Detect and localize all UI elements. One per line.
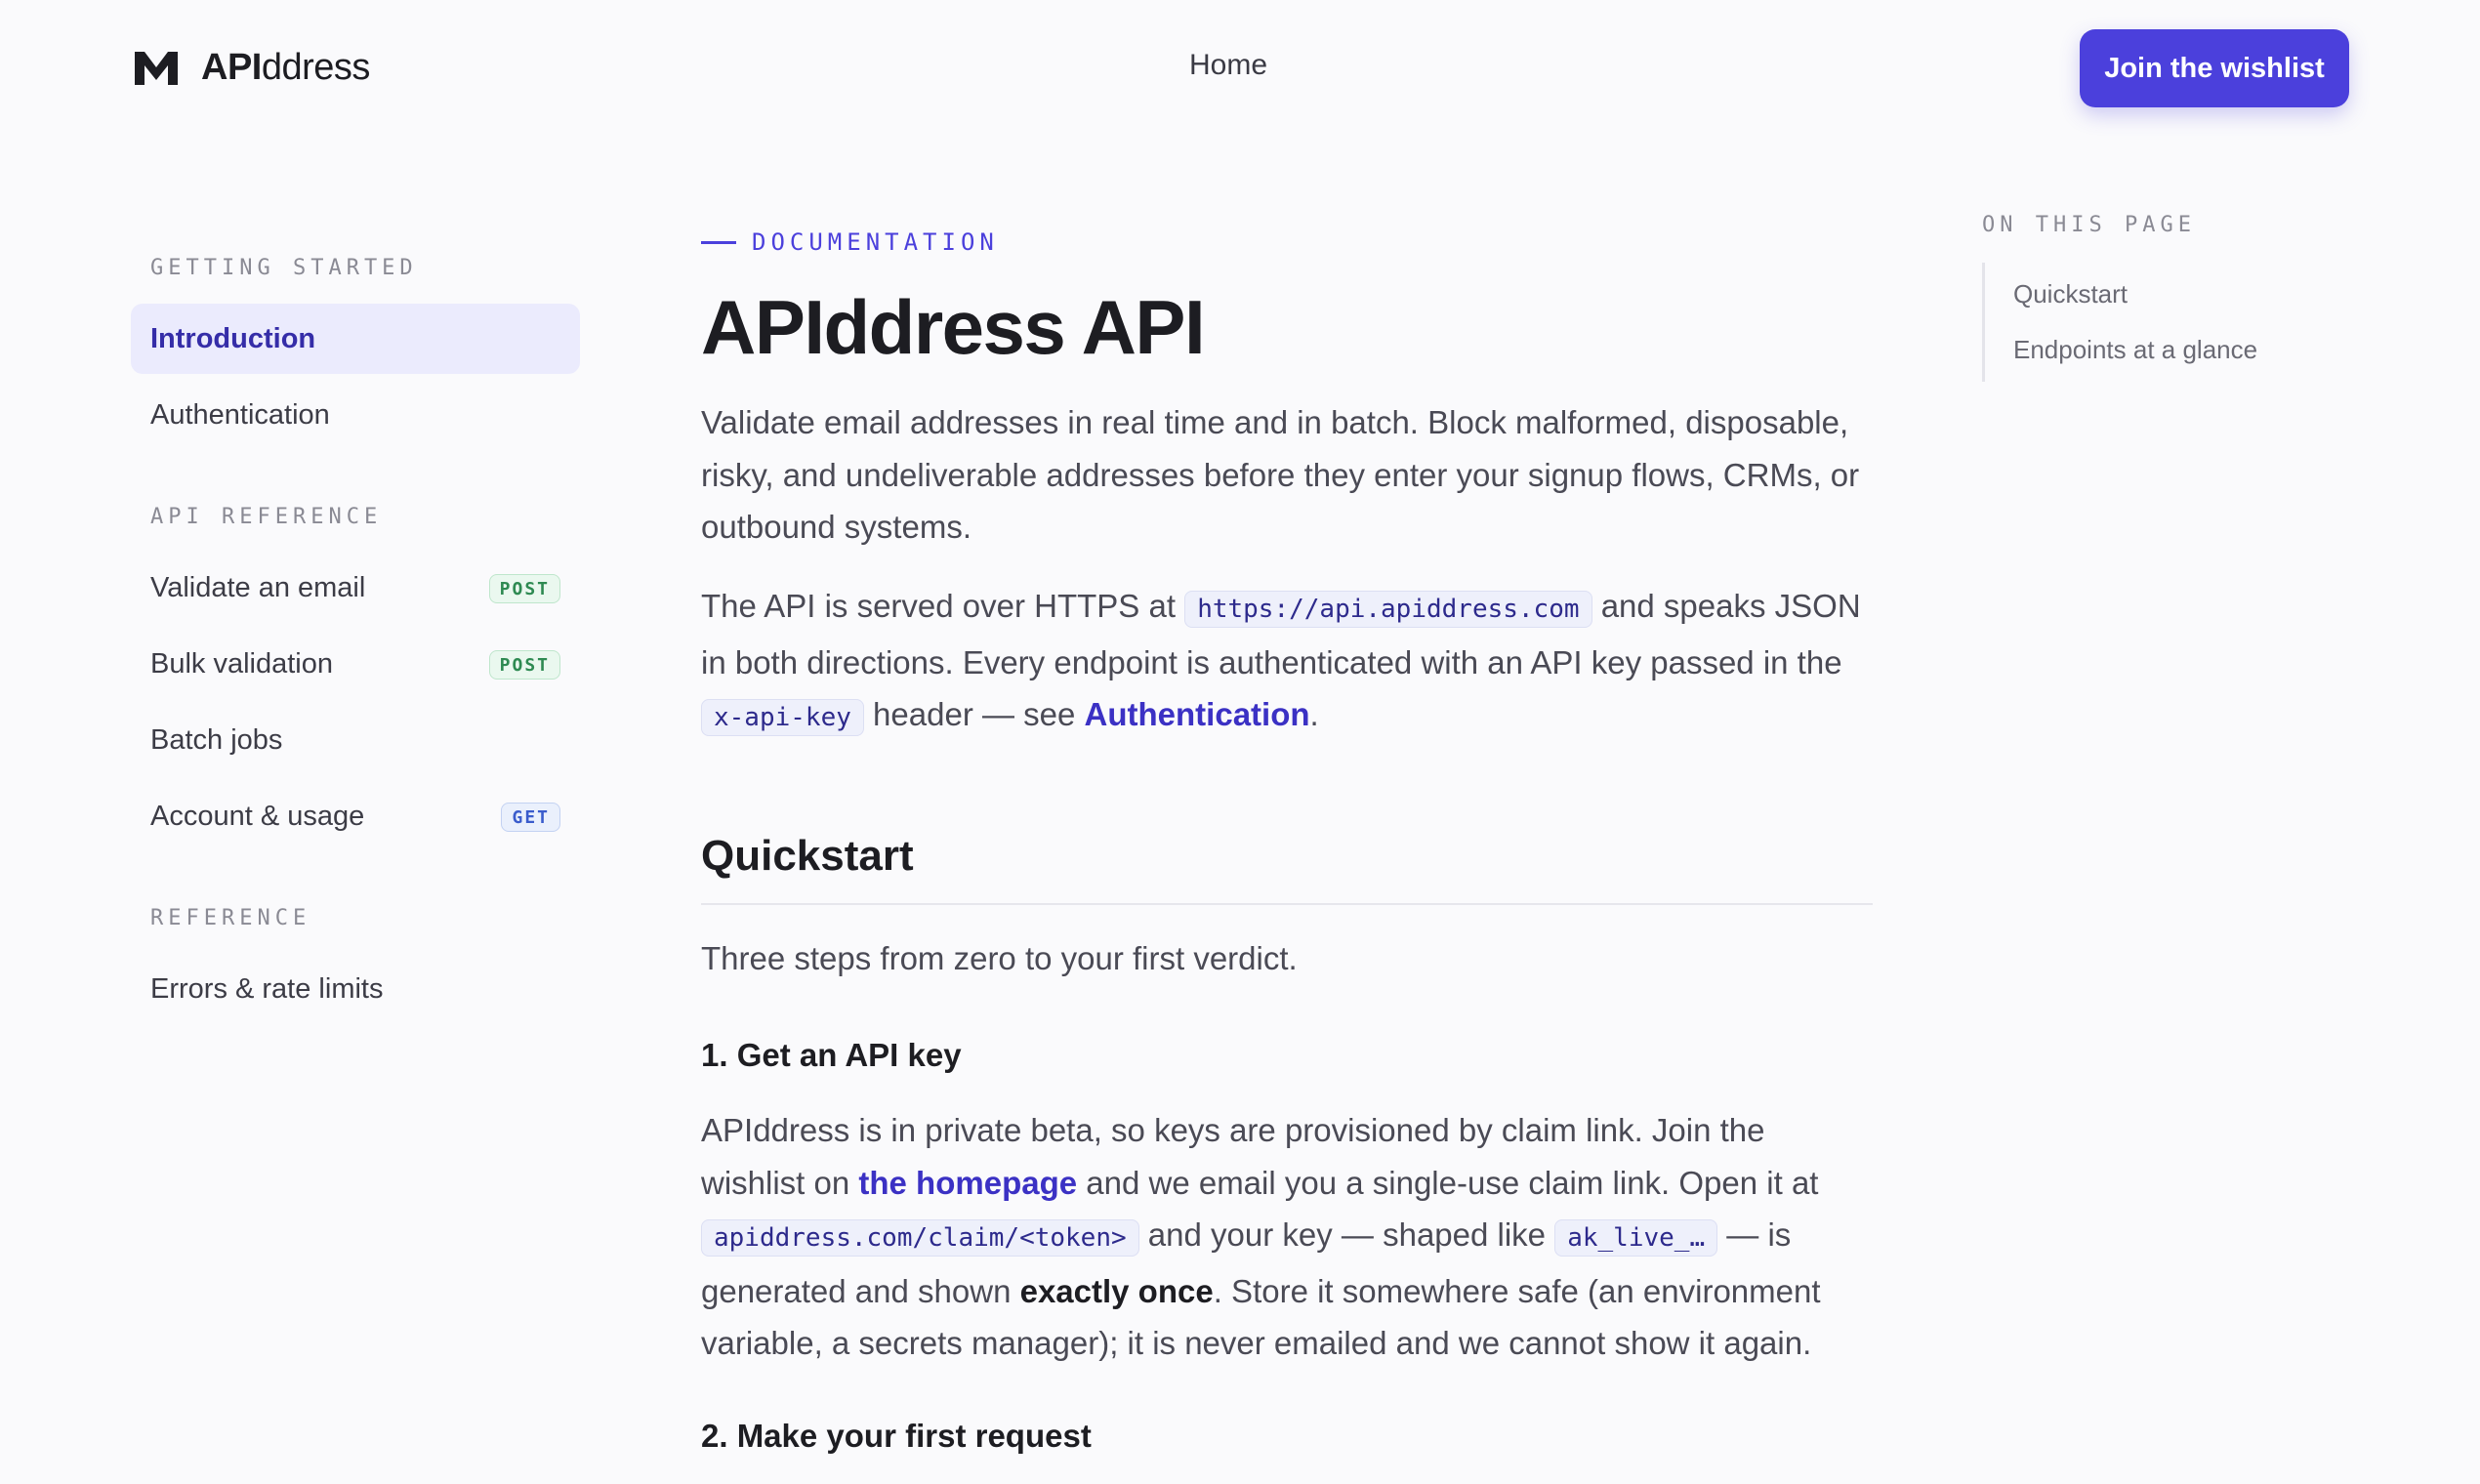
toc-item-quickstart[interactable]: Quickstart: [2013, 267, 2373, 322]
toc-list: Quickstart Endpoints at a glance: [1982, 263, 2373, 382]
join-wishlist-button[interactable]: Join the wishlist: [2080, 29, 2349, 107]
step-1-paragraph: APIddress is in private beta, so keys ar…: [701, 1112, 1821, 1361]
sidebar-section-getting-started: GETTING STARTED: [150, 256, 418, 280]
method-badge-post: POST: [488, 650, 560, 680]
brand-m-icon: [135, 51, 178, 85]
sidebar-item-account-usage[interactable]: Account & usage GET: [131, 781, 580, 851]
eyebrow-label: DOCUMENTATION: [752, 228, 999, 256]
method-badge-get: GET: [501, 803, 560, 832]
on-this-page: ON THIS PAGE Quickstart Endpoints at a g…: [1982, 213, 2373, 382]
key-shape-code: ak_live_…: [1554, 1219, 1718, 1257]
brand-name: APIddress: [201, 47, 370, 88]
sidebar-item-authentication[interactable]: Authentication: [131, 380, 580, 450]
lead-paragraph: Validate email addresses in real time an…: [701, 404, 1860, 545]
method-badge-post: POST: [488, 574, 560, 603]
sidebar-item-introduction[interactable]: Introduction: [131, 304, 580, 374]
claim-url-code: apiddress.com/claim/<token>: [701, 1219, 1139, 1257]
base-url-code: https://api.apiddress.com: [1184, 591, 1592, 628]
sidebar-item-errors-rate-limits[interactable]: Errors & rate limits: [131, 954, 580, 1024]
toc-title: ON THIS PAGE: [1982, 213, 2196, 237]
quickstart-heading: Quickstart: [701, 832, 914, 880]
sidebar-item-bulk-validation[interactable]: Bulk validation POST: [131, 629, 580, 699]
sidebar-section-reference: REFERENCE: [150, 906, 311, 930]
step-1-heading: 1. Get an API key: [701, 1037, 962, 1073]
page-title: APIddress API: [701, 284, 1206, 370]
brand-logo[interactable]: APIddress: [135, 47, 370, 89]
sidebar-section-api-reference: API REFERENCE: [150, 505, 383, 529]
homepage-link[interactable]: the homepage: [858, 1165, 1077, 1201]
eyebrow-dash: [701, 240, 736, 244]
header-name-code: x-api-key: [701, 699, 864, 736]
intro-paragraph: The API is served over HTTPS at https://…: [701, 580, 1873, 745]
toc-item-endpoints[interactable]: Endpoints at a glance: [2013, 322, 2373, 378]
top-header: APIddress Home Join the wishlist: [0, 0, 2480, 139]
eyebrow: DOCUMENTATION: [701, 228, 999, 256]
quickstart-lead: Three steps from zero to your first verd…: [701, 940, 1298, 976]
docs-sidebar: GETTING STARTED Introduction Authenticat…: [131, 256, 580, 1024]
emphasis-text: exactly once: [1019, 1272, 1214, 1309]
sidebar-item-batch-jobs[interactable]: Batch jobs: [131, 705, 580, 775]
step-2-heading: 2. Make your first request: [701, 1418, 1092, 1454]
authentication-link[interactable]: Authentication: [1085, 696, 1310, 732]
nav-home-link[interactable]: Home: [1189, 49, 1267, 82]
sidebar-item-validate-email[interactable]: Validate an email POST: [131, 553, 580, 623]
section-divider: [701, 903, 1873, 905]
